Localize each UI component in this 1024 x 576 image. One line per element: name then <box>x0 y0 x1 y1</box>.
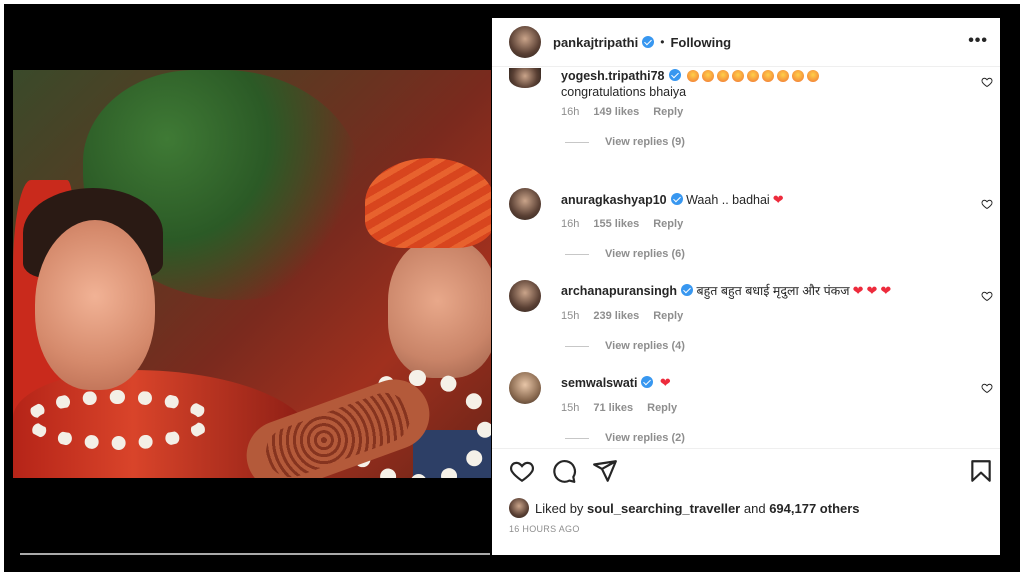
comment-likes[interactable]: 155 likes <box>593 218 639 230</box>
verified-badge-icon <box>681 284 693 296</box>
like-comment-heart-icon[interactable] <box>981 76 993 88</box>
author-username[interactable]: pankajtripathi <box>553 35 638 50</box>
heart-eyes-emoji-icon <box>731 70 744 82</box>
author-avatar[interactable] <box>509 26 541 58</box>
replies-line <box>565 437 589 439</box>
following-button[interactable]: Following <box>670 35 731 50</box>
comment-meta: 15h 239 likes Reply <box>561 310 683 322</box>
comment-list[interactable]: yogesh.tripathi78 congratulations bhaiya… <box>492 66 1000 446</box>
groom-turban <box>365 158 491 248</box>
heart-eyes-emoji-icon <box>701 70 714 82</box>
bride-garland <box>23 390 213 450</box>
commenter-avatar[interactable] <box>509 280 541 312</box>
heart-eyes-emoji-icon <box>806 70 819 82</box>
red-heart-emoji-icon: ❤ <box>772 192 784 207</box>
comment-text: बहुत बहुत बधाई मृदुला और पंकज <box>696 284 850 298</box>
view-replies-label: View replies (2) <box>605 432 685 444</box>
view-replies-label: View replies (6) <box>605 248 685 260</box>
like-count[interactable]: 694,177 others <box>769 501 859 516</box>
heart-eyes-emoji-icon <box>686 70 699 82</box>
view-replies-label: View replies (9) <box>605 136 685 148</box>
commenter-username[interactable]: yogesh.tripathi78 <box>561 69 665 83</box>
commenter-username[interactable]: archanapuransingh <box>561 284 677 298</box>
commenter-avatar[interactable] <box>509 372 541 404</box>
heart-eyes-emoji-icon <box>776 70 789 82</box>
post-side-panel: pankajtripathi • Following ••• yogesh.tr… <box>492 18 1000 555</box>
heart-eyes-emoji-icon <box>716 70 729 82</box>
post-timestamp[interactable]: 16 HOURS AGO <box>509 524 580 534</box>
reply-button[interactable]: Reply <box>647 402 677 414</box>
like-comment-heart-icon[interactable] <box>981 290 993 302</box>
heart-icon[interactable] <box>509 458 535 484</box>
reply-button[interactable]: Reply <box>653 106 683 118</box>
commenter-username[interactable]: semwalswati <box>561 376 637 390</box>
replies-line <box>565 345 589 347</box>
comment-meta: 16h 149 likes Reply <box>561 106 683 118</box>
reply-button[interactable]: Reply <box>653 218 683 230</box>
comment-text-block: yogesh.tripathi78 congratulations bhaiya <box>561 68 961 100</box>
groom-face <box>388 238 491 378</box>
commenter-username[interactable]: anuragkashyap10 <box>561 193 667 207</box>
verified-badge-icon <box>670 193 683 205</box>
bride-face <box>35 220 155 390</box>
comment-time: 15h <box>561 402 580 414</box>
liked-by-prefix: Liked by <box>535 500 584 516</box>
comment-likes[interactable]: 149 likes <box>593 106 639 118</box>
comment-text: congratulations bhaiya <box>561 85 687 99</box>
header-separator: • <box>660 35 665 49</box>
commenter-avatar[interactable] <box>509 68 541 88</box>
comment-likes[interactable]: 71 likes <box>593 402 633 414</box>
red-heart-emoji-icon: ❤ <box>866 283 878 298</box>
view-replies-label: View replies (4) <box>605 340 685 352</box>
emoji-row <box>684 69 819 83</box>
comment-time: 16h <box>561 218 580 230</box>
red-heart-emoji-icon: ❤ <box>659 375 671 390</box>
view-replies-button[interactable]: View replies (4) <box>565 340 685 352</box>
post-header: pankajtripathi • Following ••• <box>492 18 1000 66</box>
commenter-avatar[interactable] <box>509 188 541 220</box>
verified-badge-icon <box>642 36 655 48</box>
verified-badge-icon <box>641 376 654 388</box>
share-icon[interactable] <box>592 458 618 484</box>
comment-icon[interactable] <box>551 458 577 484</box>
heart-eyes-emoji-icon <box>791 70 804 82</box>
comment-time: 15h <box>561 310 580 322</box>
red-heart-emoji-icon: ❤ <box>880 283 892 298</box>
comment-time: 16h <box>561 106 580 118</box>
comment-text-block: semwalswati ❤ <box>561 375 961 391</box>
more-options-icon[interactable]: ••• <box>968 32 988 50</box>
liker-username[interactable]: soul_searching_traveller <box>587 501 740 516</box>
like-comment-heart-icon[interactable] <box>981 198 993 210</box>
liker-avatar[interactable] <box>509 498 529 518</box>
video-progress-line <box>20 553 490 555</box>
verified-badge-icon <box>668 69 681 81</box>
action-bar <box>492 458 1000 488</box>
comment-text: Waah .. badhai <box>686 193 770 207</box>
post-photo[interactable] <box>13 70 491 478</box>
comment-likes[interactable]: 239 likes <box>593 310 639 322</box>
reply-button[interactable]: Reply <box>653 310 683 322</box>
view-replies-button[interactable]: View replies (2) <box>565 432 685 444</box>
liked-by-line: Liked by soul_searching_traveller and 69… <box>509 498 860 518</box>
actions-divider <box>492 448 1000 449</box>
view-replies-button[interactable]: View replies (9) <box>565 136 685 148</box>
bookmark-icon[interactable] <box>968 458 994 484</box>
replies-line <box>565 253 589 255</box>
like-comment-heart-icon[interactable] <box>981 382 993 394</box>
heart-eyes-emoji-icon <box>746 70 759 82</box>
view-replies-button[interactable]: View replies (6) <box>565 248 685 260</box>
comment-meta: 16h 155 likes Reply <box>561 218 683 230</box>
heart-eyes-emoji-icon <box>761 70 774 82</box>
comment-text-block: anuragkashyap10 Waah .. badhai ❤ <box>561 192 961 208</box>
liked-by-connector: and <box>743 500 766 516</box>
comment-text-block: archanapuransingh बहुत बहुत बधाई मृदुला … <box>561 283 961 299</box>
red-heart-emoji-icon: ❤ <box>852 283 864 298</box>
replies-line <box>565 141 589 143</box>
comment-meta: 15h 71 likes Reply <box>561 402 677 414</box>
